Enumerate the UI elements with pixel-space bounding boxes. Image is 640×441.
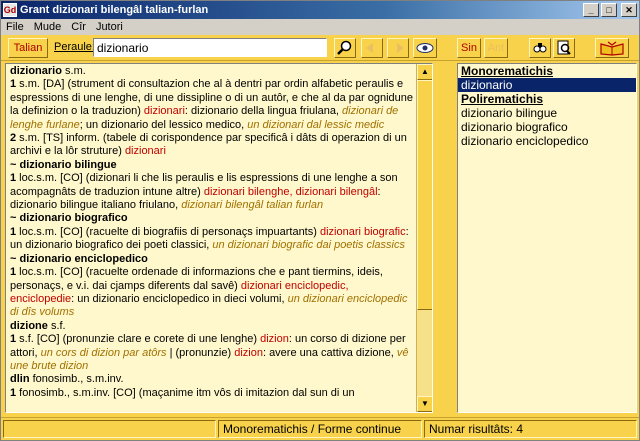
example: : avere una cattiva dizione, xyxy=(262,346,397,359)
antonyms-button[interactable]: Ant xyxy=(484,38,508,58)
toolbar: Talian Peraule: Sin Ant xyxy=(1,35,639,61)
back-button[interactable] xyxy=(361,38,383,58)
status-mode: Monorematichis / Forme continue xyxy=(218,420,422,438)
headword: dizionario xyxy=(10,65,62,77)
title-bar: Gd Grant dizionari bilengâl talian-furla… xyxy=(1,1,639,19)
example-translation: un cors di dizion par atôrs xyxy=(40,346,167,359)
translation[interactable]: dizionari xyxy=(144,105,185,117)
book-icon xyxy=(600,41,624,56)
headword: dlin xyxy=(10,373,30,386)
scroll-thumb[interactable] xyxy=(417,80,432,310)
example-translation: dizionari bilengâl talian furlan xyxy=(181,199,324,212)
results-list[interactable]: Monorematichis dizionario Polirematichis… xyxy=(457,63,637,413)
menu-file[interactable]: File xyxy=(1,21,29,33)
status-left xyxy=(3,420,216,438)
example-translation: un dizionari dal lessic medic xyxy=(247,118,385,131)
scroll-down-arrow[interactable]: ▼ xyxy=(417,396,432,412)
list-item-selected[interactable]: dizionario xyxy=(458,78,636,92)
definition-scrollbar[interactable]: ▲ ▼ xyxy=(416,64,432,412)
headword-pos: s.m. xyxy=(61,65,86,77)
dictionary-button[interactable] xyxy=(595,38,629,58)
translation[interactable]: dizionari bilenghe, dizionari bilengâl xyxy=(204,186,378,198)
definition-text: dizionario s.m. 1 s.m. [DA] (strument di… xyxy=(10,65,415,400)
close-button[interactable]: ✕ xyxy=(621,3,637,17)
example: : un dizionario enciclopedico in dieci v… xyxy=(71,292,288,305)
menu-jutori[interactable]: Jutori xyxy=(91,21,128,33)
sense-text: loc.s.m. [CO] (racuelte di biografiis di… xyxy=(16,225,320,238)
zoom-icon xyxy=(557,40,571,55)
example: : dizionario della lingua friulana, xyxy=(184,105,343,118)
example: | (pronunzie) xyxy=(166,346,235,359)
maximize-button[interactable]: □ xyxy=(601,3,617,17)
zoom-button[interactable] xyxy=(553,38,575,58)
status-result-count: Numar risultâts: 4 xyxy=(424,420,637,438)
sense-text: s.m. [TS] inform. (tabele di corisponden… xyxy=(10,132,407,158)
list-header: Monorematichis xyxy=(461,64,554,78)
polirematic-heading: ~ dizionario bilingue xyxy=(10,158,117,171)
headword: dizione xyxy=(10,319,48,332)
list-item[interactable]: dizionario enciclopedico xyxy=(458,134,636,148)
view-button[interactable] xyxy=(413,38,437,58)
status-bar: Monorematichis / Forme continue Numar ri… xyxy=(1,417,639,440)
translation[interactable]: dizionari biografic xyxy=(320,226,406,238)
forward-icon xyxy=(397,43,404,53)
list-item[interactable]: dizionario biografico xyxy=(458,120,636,134)
find-button[interactable] xyxy=(529,38,551,58)
polirematic-heading: ~ dizionario enciclopedico xyxy=(10,252,148,265)
find-icon xyxy=(533,43,547,53)
search-label: Peraule: xyxy=(54,41,95,53)
headword-pos: s.f. xyxy=(47,319,66,332)
example: ; un dizionario del lessico medico, xyxy=(79,118,248,131)
menu-cir[interactable]: Cîr xyxy=(66,21,91,33)
list-header: Polirematichis xyxy=(461,92,544,106)
search-button[interactable] xyxy=(334,38,356,58)
sense-text: fonosimb., s.m.inv. [CO] (maçanime itm v… xyxy=(16,386,355,399)
back-icon xyxy=(366,43,373,53)
app-icon: Gd xyxy=(3,3,17,17)
forward-button[interactable] xyxy=(387,38,409,58)
list-item[interactable]: dizionario bilingue xyxy=(458,106,636,120)
translation[interactable]: dizion xyxy=(260,333,289,345)
app-window: Gd Grant dizionari bilengâl talian-furla… xyxy=(0,0,640,441)
sense-text: s.f. [CO] (pronunzie clare e corete di u… xyxy=(16,333,261,346)
headword-pos: fonosimb., s.m.inv. xyxy=(29,373,124,386)
search-input[interactable] xyxy=(93,38,327,57)
eye-icon xyxy=(416,43,434,53)
translation[interactable]: dizion xyxy=(234,347,263,359)
menu-bar: File Mude Cîr Jutori xyxy=(1,19,639,35)
scroll-up-arrow[interactable]: ▲ xyxy=(417,64,432,80)
language-button[interactable]: Talian xyxy=(8,38,48,58)
polirematic-heading: ~ dizionario biografico xyxy=(10,212,128,225)
search-icon xyxy=(337,40,352,55)
minimize-button[interactable]: _ xyxy=(583,3,599,17)
definition-pane[interactable]: dizionario s.m. 1 s.m. [DA] (strument di… xyxy=(5,63,433,413)
example-translation: un dizionari biografic dai poetis classi… xyxy=(212,239,405,252)
synonyms-button[interactable]: Sin xyxy=(457,38,481,58)
window-title: Grant dizionari bilengâl talian-furlan xyxy=(20,4,209,16)
translation[interactable]: dizionari xyxy=(125,145,166,157)
menu-mude[interactable]: Mude xyxy=(29,21,67,33)
